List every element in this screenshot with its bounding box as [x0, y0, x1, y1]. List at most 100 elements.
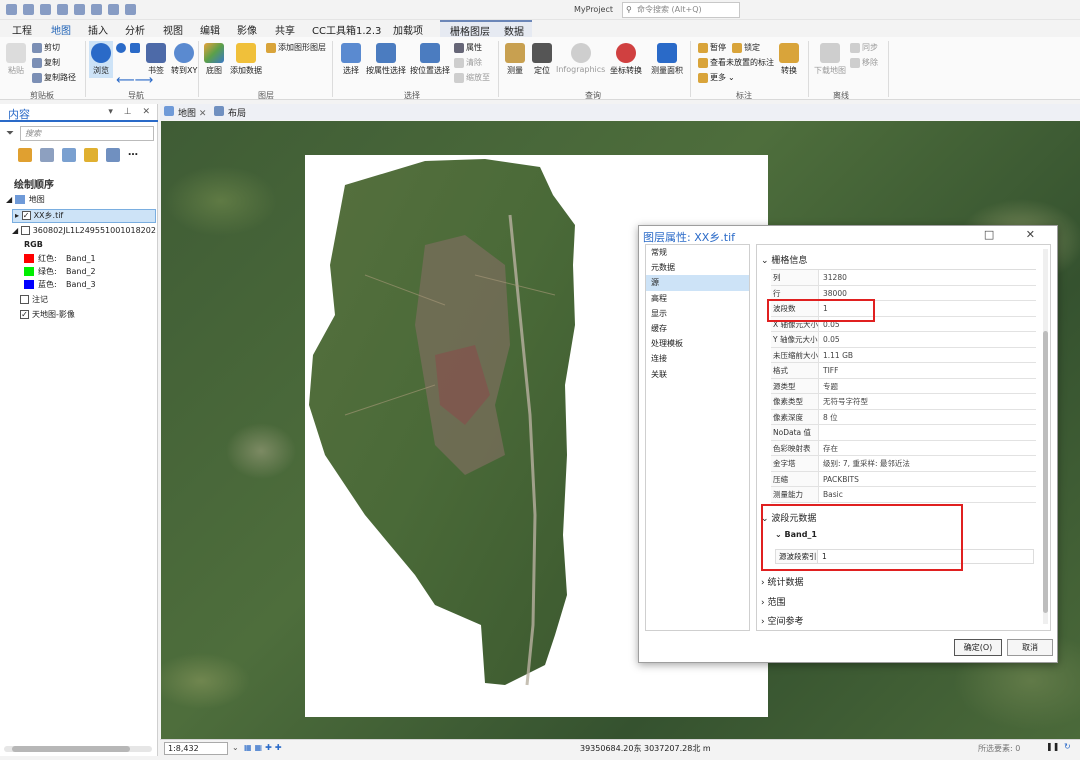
- menu-edit[interactable]: 编辑: [200, 22, 220, 37]
- tab-data[interactable]: 数据: [504, 23, 524, 38]
- nav-elevation[interactable]: 高程: [646, 291, 749, 306]
- editing-icon[interactable]: [84, 148, 98, 162]
- pane-controls[interactable]: ▾ ⊥ ✕: [108, 107, 154, 117]
- add-graphics-layer-button[interactable]: 添加图形图层: [266, 42, 326, 53]
- snapping-icon[interactable]: [106, 148, 120, 162]
- zoom-to-selection-button[interactable]: 缩放至: [454, 72, 490, 83]
- contents-search-input[interactable]: 搜索: [20, 126, 154, 141]
- command-search-input[interactable]: 命令搜索 (Alt+Q): [622, 2, 740, 18]
- paste-button[interactable]: 粘贴: [6, 43, 26, 76]
- download-map-button[interactable]: 下载地图: [814, 43, 846, 76]
- data-source-icon[interactable]: [40, 148, 54, 162]
- source-properties-panel: ⌄ 栅格信息 列 31280 行 38000 波段数 1 X 轴像元大小 0.05 Y …: [756, 244, 1051, 631]
- nav-general[interactable]: 常规: [646, 245, 749, 260]
- selection-icon[interactable]: [62, 148, 76, 162]
- quick-access-toolbar[interactable]: [6, 4, 136, 15]
- panel-vertical-scrollbar[interactable]: [1043, 249, 1048, 624]
- more-labeling-button[interactable]: 更多 ⌄: [698, 72, 735, 83]
- paste-icon: [6, 43, 26, 63]
- select-by-location-button[interactable]: 按位置选择: [410, 43, 450, 76]
- layer-visibility-checkbox[interactable]: [20, 295, 29, 304]
- layer-visibility-checkbox[interactable]: [20, 226, 30, 235]
- layer-item-annotation[interactable]: 注记: [20, 294, 48, 305]
- copy-path-button[interactable]: 复制路径: [32, 72, 76, 83]
- undo-icon[interactable]: [57, 4, 68, 15]
- ok-button[interactable]: 确定(O): [954, 639, 1002, 656]
- table-icon[interactable]: [91, 4, 102, 15]
- layer-item-tif[interactable]: ▸ ✓ XX乡.tif: [12, 209, 156, 223]
- explore-button[interactable]: 浏览: [89, 41, 113, 78]
- bookmarks-button[interactable]: 书签: [146, 43, 166, 76]
- pause-drawing-icon[interactable]: ❚❚: [1046, 742, 1059, 751]
- select-by-attributes-button[interactable]: 按属性选择: [366, 43, 406, 76]
- map-node[interactable]: ◢ 地图: [6, 194, 45, 205]
- drawing-order-icon[interactable]: [18, 148, 32, 162]
- nav-joins[interactable]: 连接: [646, 351, 749, 366]
- layer-item-jl1[interactable]: ◢ 360802JL1L2495510010182023040: [12, 226, 156, 235]
- more-options-icon[interactable]: …: [128, 148, 142, 162]
- menu-insert[interactable]: 插入: [88, 22, 108, 37]
- catalog-icon[interactable]: [108, 4, 119, 15]
- raster-info-section-header[interactable]: ⌄ 栅格信息: [761, 253, 807, 266]
- nav-cache[interactable]: 缓存: [646, 321, 749, 336]
- nav-source[interactable]: 源: [646, 275, 749, 291]
- locate-button[interactable]: 定位: [532, 43, 552, 76]
- extent-section-header[interactable]: › 范围: [761, 595, 786, 608]
- sync-button[interactable]: 同步: [850, 42, 878, 53]
- dialog-window-controls[interactable]: □ ✕: [984, 228, 1049, 241]
- navigate-small-tools[interactable]: [116, 43, 140, 53]
- save-icon[interactable]: [40, 4, 51, 15]
- filter-icon[interactable]: ⏷: [6, 128, 14, 139]
- coordinate-conversion-button[interactable]: 坐标转换: [610, 43, 642, 76]
- select-button[interactable]: 选择: [341, 43, 361, 76]
- cancel-button[interactable]: 取消: [1007, 639, 1053, 656]
- nav-display[interactable]: 显示: [646, 306, 749, 321]
- measure-button[interactable]: 测量: [505, 43, 525, 76]
- menu-share[interactable]: 共享: [275, 22, 295, 37]
- contents-horizontal-scrollbar[interactable]: [4, 746, 152, 752]
- menu-cc-toolbox[interactable]: CC工具箱1.2.3: [312, 22, 381, 37]
- new-project-icon[interactable]: [6, 4, 17, 15]
- attributes-button[interactable]: 属性: [454, 42, 482, 53]
- nav-processing-templates[interactable]: 处理模板: [646, 336, 749, 351]
- nav-relates[interactable]: 关联: [646, 367, 749, 382]
- measure-area-button[interactable]: 测量面积: [651, 43, 683, 76]
- close-icon[interactable]: ✕: [199, 109, 207, 119]
- clear-selection-button[interactable]: 清除: [454, 57, 482, 68]
- nav-metadata[interactable]: 元数据: [646, 260, 749, 275]
- scale-selector[interactable]: 1:8,432: [164, 742, 228, 755]
- layer-item-tianditu[interactable]: ✓ 天地图-影像: [20, 309, 75, 320]
- chevron-down-icon[interactable]: ⌄: [232, 743, 239, 752]
- menu-project[interactable]: 工程: [12, 22, 32, 37]
- goto-xy-button[interactable]: 转到XY: [171, 43, 197, 76]
- statistics-section-header[interactable]: › 统计数据: [761, 575, 804, 588]
- view-unplaced-labels-button[interactable]: 查看未放置的标注: [698, 57, 774, 68]
- menu-view[interactable]: 视图: [163, 22, 183, 37]
- basemap-button[interactable]: 底图: [204, 43, 224, 76]
- open-project-icon[interactable]: [23, 4, 34, 15]
- copy-button[interactable]: 复制: [32, 57, 60, 68]
- pause-labels-button[interactable]: 暂停: [698, 42, 726, 53]
- tab-map[interactable]: 地图 ✕: [164, 106, 206, 119]
- tab-layout[interactable]: 布局: [214, 106, 246, 119]
- convert-labels-button[interactable]: 转换: [779, 43, 799, 76]
- redo-icon[interactable]: [74, 4, 85, 15]
- status-tools-icon[interactable]: ▦▦✚✚: [244, 743, 285, 752]
- fixed-zoom-icon[interactable]: [130, 43, 140, 53]
- lock-labels-button[interactable]: 锁定: [732, 42, 760, 53]
- tab-raster-layer[interactable]: 栅格图层: [450, 23, 490, 38]
- remove-button[interactable]: 移除: [850, 57, 878, 68]
- refresh-icon[interactable]: ↻: [1064, 742, 1071, 751]
- settings-icon[interactable]: [125, 4, 136, 15]
- spatial-reference-section-header[interactable]: › 空间参考: [761, 614, 804, 627]
- menu-addins[interactable]: 加载项: [393, 22, 423, 37]
- add-data-button[interactable]: 添加数据: [230, 43, 262, 76]
- ribbon-separator: [808, 41, 809, 97]
- layer-visibility-checkbox[interactable]: ✓: [21, 211, 31, 220]
- full-extent-icon[interactable]: [116, 43, 126, 53]
- cut-button[interactable]: 剪切: [32, 42, 60, 53]
- infographics-button[interactable]: Infographics: [556, 43, 605, 74]
- layer-visibility-checkbox[interactable]: ✓: [20, 310, 29, 319]
- menu-analysis[interactable]: 分析: [125, 22, 145, 37]
- menu-imagery[interactable]: 影像: [237, 22, 257, 37]
